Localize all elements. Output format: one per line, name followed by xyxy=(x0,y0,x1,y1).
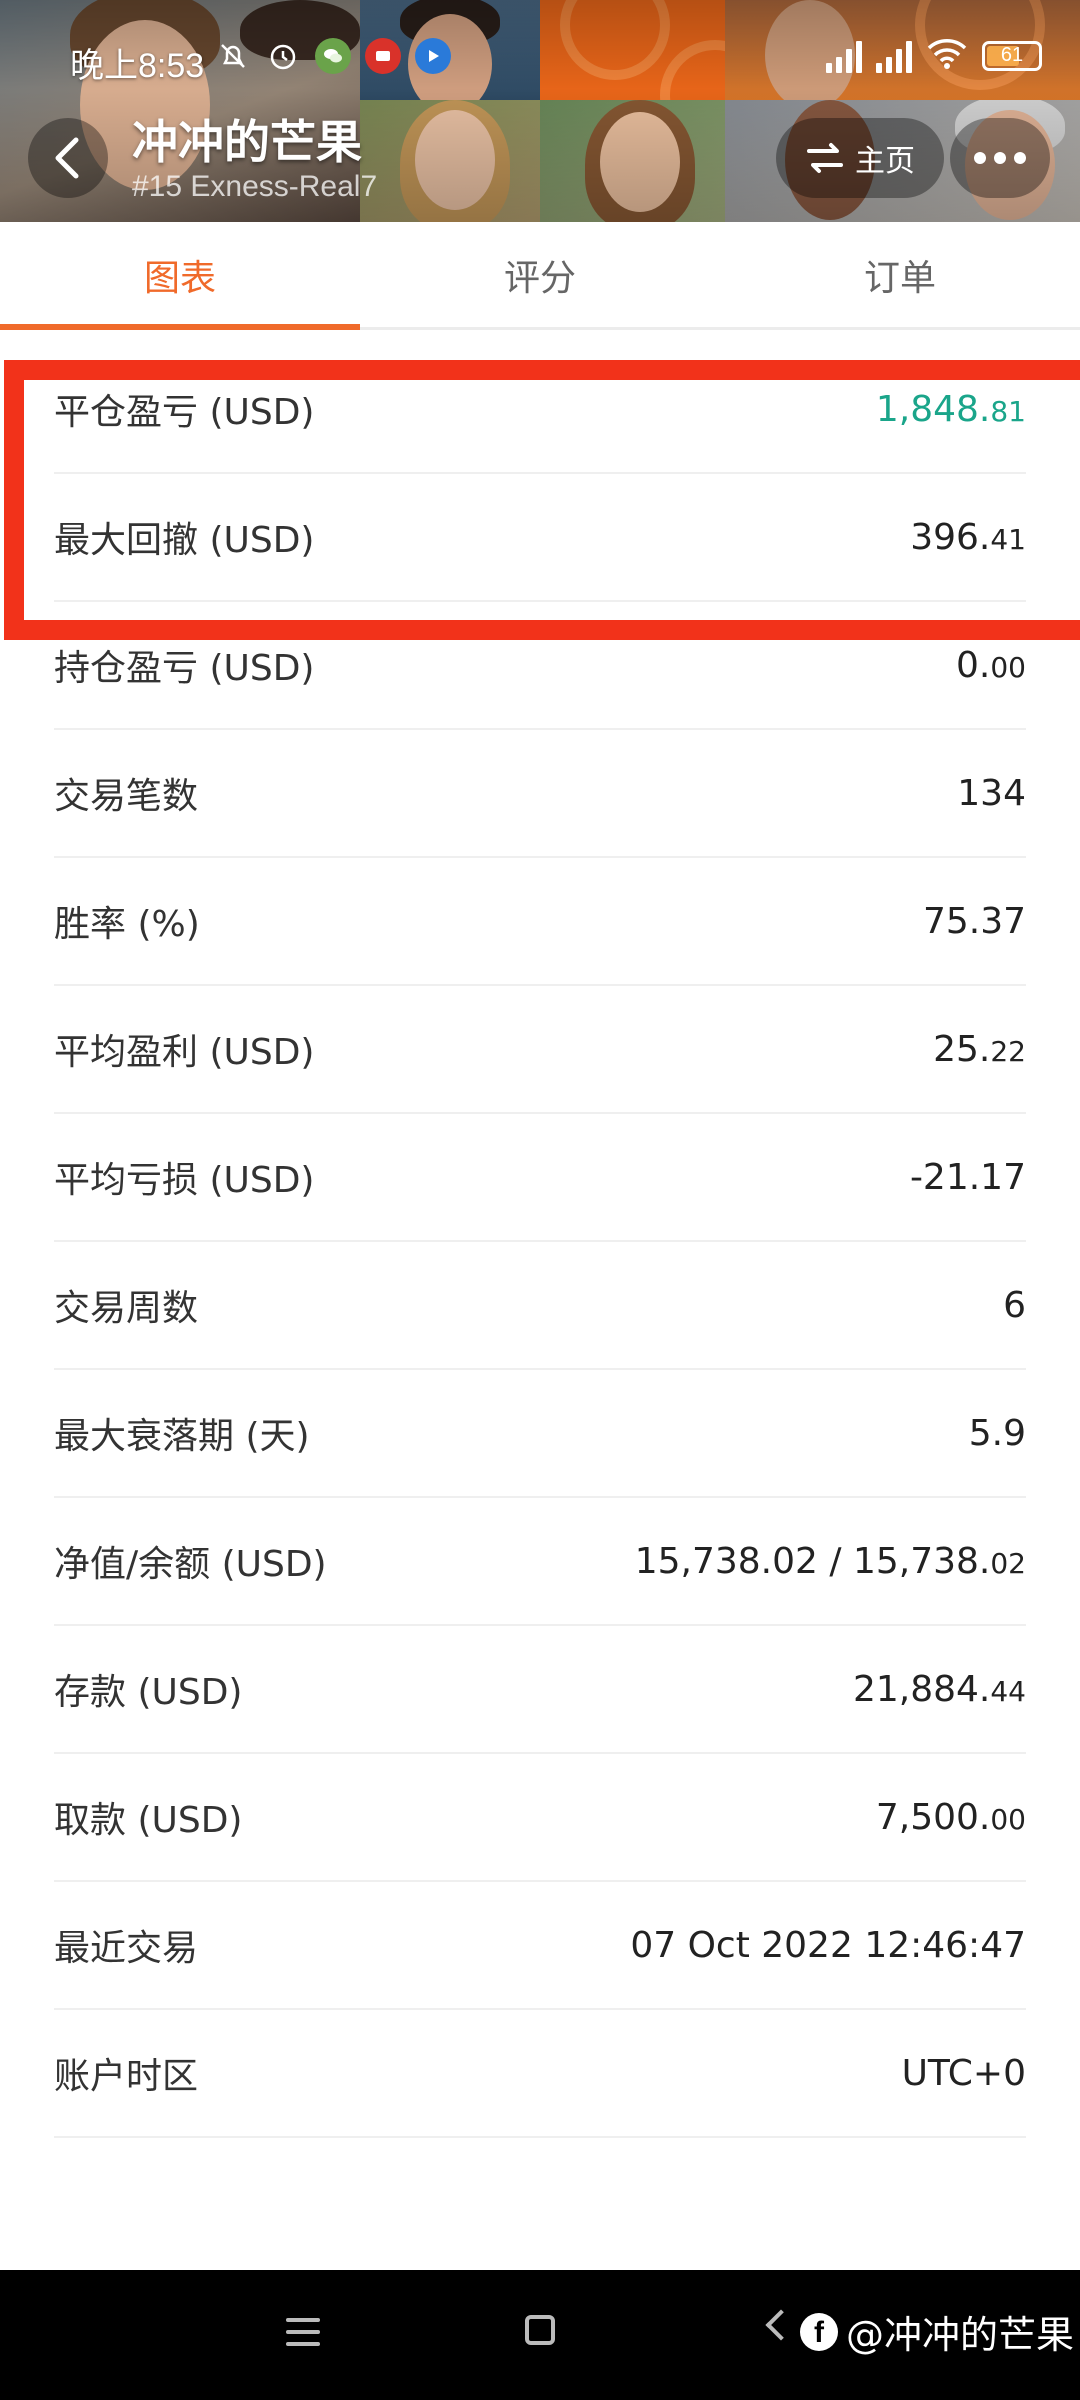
stat-value: 21,884.44 xyxy=(852,1668,1026,1710)
stat-label: 最大回撤 (USD) xyxy=(54,520,315,561)
wifi-icon xyxy=(926,36,968,75)
facebook-icon: f xyxy=(800,2312,838,2351)
tab-bar: 图表 评分 订单 xyxy=(0,222,1080,330)
page-title: 冲冲的芒果 xyxy=(132,115,362,169)
stat-label: 平均盈利 (USD) xyxy=(54,1032,315,1073)
stat-value: 1,848.81 xyxy=(875,388,1026,430)
stat-label: 持仓盈亏 (USD) xyxy=(54,648,315,689)
system-nav-bar: f @冲冲的芒果 xyxy=(0,2270,1080,2400)
stat-label: 取款 (USD) xyxy=(54,1800,243,1841)
stat-row: 胜率 (%) 75.37 xyxy=(54,858,1026,986)
menu-nav-button[interactable] xyxy=(286,2318,320,2354)
signal-icon xyxy=(876,39,912,73)
alarm-icon xyxy=(265,38,301,74)
tab-chart[interactable]: 图表 xyxy=(0,222,360,330)
back-nav-button[interactable] xyxy=(765,2309,797,2341)
stat-label: 平均亏损 (USD) xyxy=(54,1160,315,1201)
stat-label: 最大衰落期 (天) xyxy=(54,1416,310,1457)
signal-icon xyxy=(826,39,862,73)
stat-label: 胜率 (%) xyxy=(54,904,200,945)
stat-value: 7,500.00 xyxy=(875,1796,1026,1838)
status-time: 晚上8:53 xyxy=(70,47,205,85)
stat-value: UTC+0 xyxy=(901,2052,1026,2094)
stat-label: 存款 (USD) xyxy=(54,1672,243,1713)
stats-list: 平仓盈亏 (USD) 1,848.81 最大回撤 (USD) 396.41 持仓盈亏… xyxy=(0,346,1080,2138)
profile-header: 晚上8:53 61 冲冲的芒果 #15 Exness-Real7 主页 xyxy=(0,0,1080,222)
stat-row: 净值/余额 (USD) 15,738.02 / 15,738.02 xyxy=(54,1498,1026,1626)
stat-row: 平均亏损 (USD) -21.17 xyxy=(54,1114,1026,1242)
more-dots-icon xyxy=(974,152,986,164)
stat-row: 交易笔数 134 xyxy=(54,730,1026,858)
back-button[interactable] xyxy=(28,118,108,198)
battery-icon: 61 xyxy=(982,40,1042,71)
stat-row: 存款 (USD) 21,884.44 xyxy=(54,1626,1026,1754)
stat-label: 交易周数 xyxy=(54,1288,199,1329)
watermark-text: @冲冲的芒果 xyxy=(846,2313,1075,2357)
battery-level: 61 xyxy=(1000,44,1024,66)
stat-label: 交易笔数 xyxy=(54,776,199,817)
stat-value: 134 xyxy=(957,772,1026,814)
stat-row: 平均盈利 (USD) 25.22 xyxy=(54,986,1026,1114)
stat-value: 5.9 xyxy=(968,1412,1026,1454)
home-button-label: 主页 xyxy=(855,144,915,179)
more-options-button[interactable] xyxy=(950,118,1050,198)
stat-value: 6 xyxy=(1003,1284,1026,1326)
tab-orders[interactable]: 订单 xyxy=(720,222,1080,327)
wechat-icon xyxy=(315,38,351,74)
stat-label: 平仓盈亏 (USD) xyxy=(54,392,315,433)
browser-app-icon xyxy=(415,38,451,74)
stat-row: 交易周数 6 xyxy=(54,1242,1026,1370)
stat-value: 75.37 xyxy=(922,900,1026,942)
stat-value: -21.17 xyxy=(909,1156,1026,1198)
stat-value: 07 Oct 2022 12:46:47 xyxy=(630,1924,1026,1966)
notification-icons xyxy=(215,38,451,74)
chevron-left-icon xyxy=(55,137,79,179)
switch-icon xyxy=(807,143,843,173)
account-subtitle: #15 Exness-Real7 xyxy=(132,170,378,203)
stat-value: 15,738.02 / 15,738.02 xyxy=(634,1540,1026,1582)
stat-row: 最近交易 07 Oct 2022 12:46:47 xyxy=(54,1882,1026,2010)
home-nav-button[interactable] xyxy=(525,2315,555,2345)
status-bar: 晚上8:53 61 xyxy=(0,0,1080,110)
stat-label: 账户时区 xyxy=(54,2056,199,2097)
home-button[interactable]: 主页 xyxy=(776,118,944,198)
news-app-icon xyxy=(365,38,401,74)
stat-row: 最大回撤 (USD) 396.41 xyxy=(54,474,1026,602)
stat-label: 最近交易 xyxy=(54,1928,199,1969)
stat-row: 取款 (USD) 7,500.00 xyxy=(54,1754,1026,1882)
stat-row: 最大衰落期 (天) 5.9 xyxy=(54,1370,1026,1498)
stat-row: 持仓盈亏 (USD) 0.00 xyxy=(54,602,1026,730)
stat-value: 0.00 xyxy=(956,644,1026,686)
watermark: f @冲冲的芒果 xyxy=(800,2304,1074,2359)
stat-row: 平仓盈亏 (USD) 1,848.81 xyxy=(54,346,1026,474)
stat-value: 396.41 xyxy=(910,516,1026,558)
mute-icon xyxy=(215,38,251,74)
stat-value: 25.22 xyxy=(933,1028,1026,1070)
system-indicators: 61 xyxy=(826,36,1042,75)
stat-row: 账户时区 UTC+0 xyxy=(54,2010,1026,2138)
tab-rating[interactable]: 评分 xyxy=(360,222,720,327)
stat-label: 净值/余额 (USD) xyxy=(54,1544,327,1585)
